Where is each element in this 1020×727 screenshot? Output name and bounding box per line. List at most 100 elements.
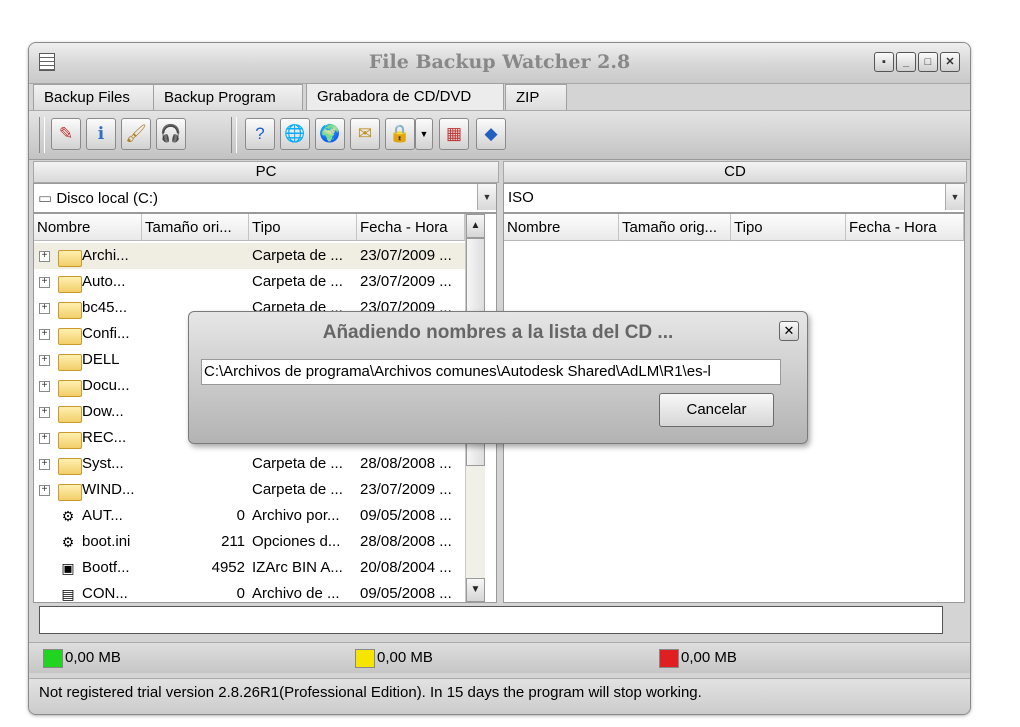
yellow-indicator bbox=[355, 649, 375, 668]
file-icon: ⚙ bbox=[61, 534, 75, 550]
table-row[interactable]: ⚙ AUT... 0 Archivo por... 09/05/2008 ... bbox=[34, 503, 465, 529]
table-row[interactable]: + Archi... Carpeta de ... 23/07/2009 ... bbox=[34, 243, 465, 269]
drive-select[interactable]: ▭ Disco local (C:) ▼ bbox=[33, 183, 497, 213]
expand-icon[interactable]: + bbox=[39, 381, 50, 392]
folder-icon bbox=[58, 484, 82, 501]
col-tamano[interactable]: Tamaño ori... bbox=[142, 214, 249, 241]
table-row[interactable]: ▣ Bootf... 4952 IZArc BIN A... 20/08/2004 ..… bbox=[34, 555, 465, 581]
help-icon: ? bbox=[255, 124, 265, 143]
help-button[interactable]: ? bbox=[245, 118, 275, 150]
burn-button[interactable]: ✎ bbox=[51, 118, 81, 150]
progress-bar bbox=[39, 606, 943, 634]
tab-backup-files[interactable]: Backup Files bbox=[33, 84, 154, 110]
cell-name: bc45... bbox=[82, 299, 128, 316]
col-fecha[interactable]: Fecha - Hora bbox=[357, 214, 465, 241]
folder-icon bbox=[58, 328, 82, 345]
folder-icon bbox=[58, 302, 82, 319]
cell-size: 4952 bbox=[211, 559, 245, 576]
brush-button[interactable]: 🖌 bbox=[121, 118, 151, 150]
table-row[interactable]: ▤ CON... 0 Archivo de ... 09/05/2008 ... bbox=[34, 581, 465, 602]
window-title: File Backup Watcher 2.8 bbox=[368, 51, 631, 73]
cell-name: boot.ini bbox=[82, 533, 131, 550]
window-controls: ▪ _ □ ✕ bbox=[874, 52, 960, 72]
chevron-down-icon[interactable]: ▼ bbox=[477, 184, 496, 210]
cd-col-nombre[interactable]: Nombre bbox=[504, 214, 619, 241]
cell-date: 28/08/2008 ... bbox=[360, 533, 452, 550]
expand-icon[interactable]: + bbox=[39, 303, 50, 314]
expand-icon[interactable]: + bbox=[39, 459, 50, 470]
puzzle-icon: ▦ bbox=[445, 124, 463, 143]
expand-icon[interactable]: + bbox=[39, 329, 50, 340]
cancel-button[interactable]: Cancelar bbox=[659, 393, 774, 427]
world-button[interactable]: 🌍 bbox=[315, 118, 345, 150]
table-row[interactable]: + Syst... Carpeta de ... 28/08/2008 ... bbox=[34, 451, 465, 477]
cell-type: Archivo de ... bbox=[252, 585, 340, 602]
expand-icon[interactable]: + bbox=[39, 355, 50, 366]
progress-dialog: Añadiendo nombres a la lista del CD ... … bbox=[188, 311, 808, 444]
info-button[interactable]: ℹ bbox=[86, 118, 116, 150]
table-row[interactable]: ⚙ boot.ini 211 Opciones d... 28/08/2008 ... bbox=[34, 529, 465, 555]
cd-format-select[interactable]: ISO ▼ bbox=[503, 183, 965, 213]
scroll-down-button[interactable]: ▼ bbox=[466, 578, 485, 602]
size-status-row: 0,00 MB 0,00 MB 0,00 MB bbox=[29, 642, 970, 673]
title-bar: File Backup Watcher 2.8 ▪ _ □ ✕ bbox=[29, 43, 970, 84]
expand-icon[interactable]: + bbox=[39, 277, 50, 288]
maximize-button[interactable]: □ bbox=[918, 52, 938, 72]
lock-button[interactable]: 🔒 bbox=[385, 118, 415, 150]
lock-dropdown-button[interactable]: ▼ bbox=[415, 118, 433, 150]
expand-icon[interactable]: + bbox=[39, 407, 50, 418]
expand-icon[interactable]: + bbox=[39, 251, 50, 262]
expand-icon[interactable]: + bbox=[39, 485, 50, 496]
tab-grabadora[interactable]: Grabadora de CD/DVD bbox=[306, 83, 504, 111]
mail-icon: ✉ bbox=[357, 124, 373, 143]
cell-date: 20/08/2004 ... bbox=[360, 559, 452, 576]
minimize-button[interactable]: _ bbox=[896, 52, 916, 72]
headset-button[interactable]: 🎧 bbox=[156, 118, 186, 150]
cd-col-tamano[interactable]: Tamaño orig... bbox=[619, 214, 731, 241]
cell-date: 23/07/2009 ... bbox=[360, 247, 452, 264]
pc-pane-header: PC bbox=[33, 161, 499, 183]
chevron-down-icon[interactable]: ▼ bbox=[945, 184, 964, 210]
headset-icon: 🎧 bbox=[160, 124, 182, 143]
cell-name: Bootf... bbox=[82, 559, 130, 576]
green-indicator bbox=[43, 649, 63, 668]
cell-name: Archi... bbox=[82, 247, 129, 264]
yellow-size-label: 0,00 MB bbox=[377, 649, 433, 666]
diamond-button[interactable]: ◆ bbox=[476, 118, 506, 150]
burn-icon: ✎ bbox=[58, 124, 74, 143]
table-row[interactable]: + WIND... Carpeta de ... 23/07/2009 ... bbox=[34, 477, 465, 503]
trial-notice: Not registered trial version 2.8.26R1(Pr… bbox=[39, 684, 702, 701]
globe-button[interactable]: 🌐 bbox=[280, 118, 310, 150]
cell-name: WIND... bbox=[82, 481, 135, 498]
cell-name: AUT... bbox=[82, 507, 123, 524]
cell-type: Carpeta de ... bbox=[252, 455, 343, 472]
table-row[interactable]: + Auto... Carpeta de ... 23/07/2009 ... bbox=[34, 269, 465, 295]
cell-date: 23/07/2009 ... bbox=[360, 481, 452, 498]
rollup-button[interactable]: ▪ bbox=[874, 52, 894, 72]
globe-icon: 🌐 bbox=[284, 124, 306, 143]
scroll-up-button[interactable]: ▲ bbox=[466, 214, 485, 238]
lock-icon: 🔒 bbox=[389, 124, 411, 143]
col-nombre[interactable]: Nombre bbox=[34, 214, 142, 241]
puzzle-button[interactable]: ▦ bbox=[439, 118, 469, 150]
cell-date: 28/08/2008 ... bbox=[360, 455, 452, 472]
folder-icon bbox=[58, 354, 82, 371]
toolbar: ✎ ℹ 🖌 🎧? 🌐 🌍 ✉ 🔒 ▦ ◆ ▼ bbox=[29, 110, 970, 160]
col-tipo[interactable]: Tipo bbox=[249, 214, 357, 241]
folder-icon bbox=[58, 432, 82, 449]
tab-zip[interactable]: ZIP bbox=[505, 84, 567, 110]
mail-button[interactable]: ✉ bbox=[350, 118, 380, 150]
toolbar-grip[interactable] bbox=[231, 117, 237, 153]
toolbar-grip[interactable] bbox=[39, 117, 45, 153]
dialog-close-icon[interactable]: ✕ bbox=[779, 321, 799, 341]
cell-name: Auto... bbox=[82, 273, 126, 290]
folder-icon bbox=[58, 458, 82, 475]
close-button[interactable]: ✕ bbox=[940, 52, 960, 72]
cd-col-tipo[interactable]: Tipo bbox=[731, 214, 846, 241]
expand-icon[interactable]: + bbox=[39, 433, 50, 444]
cell-size: 0 bbox=[236, 507, 245, 524]
cell-type: Carpeta de ... bbox=[252, 273, 343, 290]
red-size-label: 0,00 MB bbox=[681, 649, 737, 666]
cd-col-fecha[interactable]: Fecha - Hora bbox=[846, 214, 964, 241]
tab-backup-program[interactable]: Backup Program bbox=[153, 84, 303, 110]
